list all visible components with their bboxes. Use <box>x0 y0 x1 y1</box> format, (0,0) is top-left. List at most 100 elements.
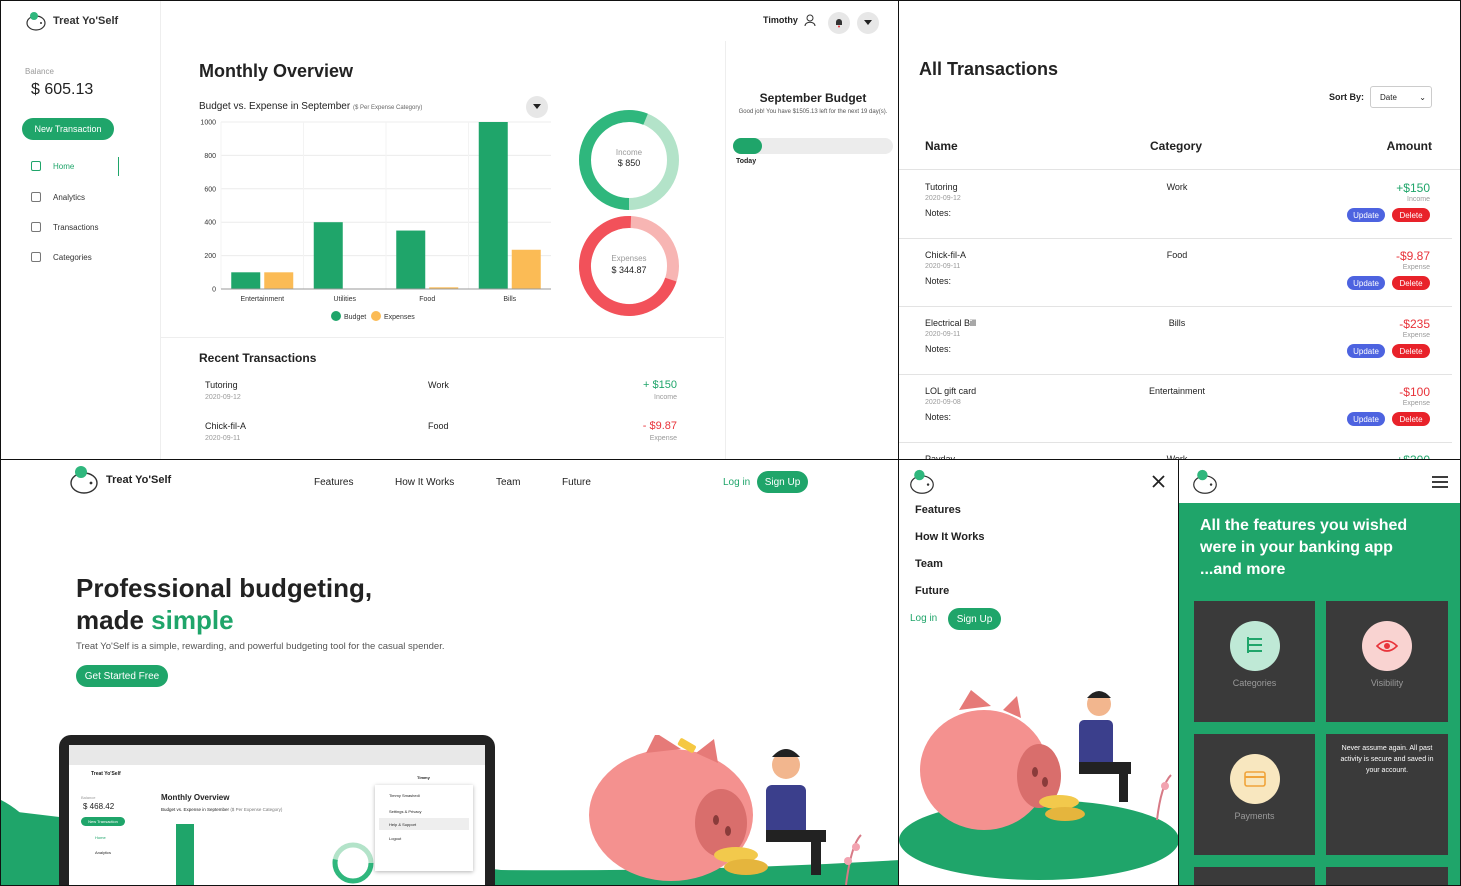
feature-card-visibility[interactable]: Visibility <box>1326 601 1448 722</box>
sidebar-item-analytics[interactable]: Analytics <box>31 192 85 202</box>
col-name[interactable]: Name <box>925 139 958 153</box>
laptop-nav-home: Home <box>95 835 106 840</box>
transaction-row[interactable]: Electrical Bill 2020-09-11 Notes: Bills -$23… <box>899 307 1452 375</box>
laptop-balance-label: Balance <box>81 795 96 800</box>
mobile-signup-button[interactable]: Sign Up <box>948 608 1001 630</box>
nav-team[interactable]: Team <box>496 477 520 488</box>
tx-category: Bills <box>1168 318 1186 328</box>
brand-logo[interactable]: Treat Yo'Self <box>25 11 118 31</box>
browser-bar <box>69 745 485 765</box>
get-started-button[interactable]: Get Started Free <box>76 665 168 687</box>
sidebar-item-label: Categories <box>53 252 92 262</box>
mobile-nav-features[interactable]: Features <box>915 504 961 516</box>
notification-button[interactable] <box>828 12 850 34</box>
user-menu[interactable]: Timothy <box>763 14 816 26</box>
mobile-nav-how-it-works[interactable]: How It Works <box>915 531 984 543</box>
delete-button[interactable]: Delete <box>1392 344 1430 358</box>
budget-message: Good job! You have $1505.13 left for the… <box>738 109 888 115</box>
tx-category: Food <box>1166 250 1188 260</box>
piggy-logo-icon[interactable] <box>1191 469 1219 495</box>
laptop-chart-sub: ($ Per Expense Category) <box>230 807 283 812</box>
laptop-balance: $ 468.42 <box>83 802 115 811</box>
recent-date: 2020-09-12 <box>205 394 241 401</box>
recent-row[interactable]: Tutoring 2020-09-12 Work + $150 Income <box>205 379 677 415</box>
sidebar-item-transactions[interactable]: Transactions <box>31 222 99 232</box>
laptop-nav-analytics: Analytics <box>95 850 112 855</box>
eye-icon <box>1362 621 1412 671</box>
landing-logo[interactable]: Treat Yo'Self <box>68 465 171 495</box>
hamburger-menu-icon[interactable] <box>1432 476 1448 488</box>
feature-card-payments[interactable]: Payments <box>1194 734 1315 855</box>
tx-date: 2020-09-08 <box>925 399 961 406</box>
sort-value: Date <box>1380 92 1397 102</box>
delete-button[interactable]: Delete <box>1392 276 1430 290</box>
nav-how-it-works[interactable]: How It Works <box>395 477 454 488</box>
transaction-row[interactable]: LOL gift card 2020-09-08 Notes: Entertainme… <box>899 375 1452 443</box>
user-icon <box>804 14 816 26</box>
sidebar-item-home[interactable]: Home <box>31 161 74 171</box>
recent-row[interactable]: Chick-fil-A 2020-09-11 Food - $9.87 Expe… <box>205 420 677 456</box>
nav-features[interactable]: Features <box>314 477 353 488</box>
update-button[interactable]: Update <box>1347 208 1385 222</box>
tx-notes-label: Notes: <box>925 344 952 354</box>
col-category[interactable]: Category <box>1150 139 1202 153</box>
tx-category: Work <box>1166 182 1188 192</box>
recent-category: Food <box>428 421 449 431</box>
menu-help: Help & Support <box>389 822 417 827</box>
y-tick-label: 1000 <box>200 120 216 127</box>
legend-label: Budget <box>344 314 366 321</box>
tx-category: Entertainment <box>1148 386 1206 396</box>
profile-dropdown-button[interactable] <box>857 12 879 34</box>
chart-title: Budget vs. Expense in September <box>199 101 351 112</box>
piggy-logo-icon[interactable] <box>908 469 936 495</box>
feature-card-categories[interactable]: Categories <box>1194 601 1315 722</box>
update-button[interactable]: Update <box>1347 276 1385 290</box>
budget-title: September Budget <box>759 91 867 105</box>
laptop-title: Monthly Overview <box>161 793 230 802</box>
recent-category: Work <box>428 380 449 390</box>
update-button[interactable]: Update <box>1347 412 1385 426</box>
sidebar-item-label: Home <box>53 161 75 171</box>
features-headline-3: ...and more <box>1200 561 1286 578</box>
col-amount[interactable]: Amount <box>1387 139 1432 153</box>
mobile-nav-team[interactable]: Team <box>915 558 943 570</box>
budget-today-label: Today <box>736 158 757 165</box>
sidebar-item-label: Analytics <box>53 192 86 202</box>
bar-budget-bills <box>478 122 508 289</box>
active-indicator <box>118 157 119 176</box>
nav-future[interactable]: Future <box>562 477 591 488</box>
income-value: $ 850 <box>617 158 641 168</box>
laptop-chart-title: Budget vs. Expense in September <box>161 807 230 812</box>
sort-label: Sort By: <box>1329 92 1365 102</box>
y-tick-label: 400 <box>204 220 216 227</box>
update-button[interactable]: Update <box>1347 344 1385 358</box>
mobile-login-link[interactable]: Log in <box>910 613 937 624</box>
close-icon[interactable] <box>1152 475 1165 488</box>
feature-label: Payments <box>1234 811 1275 821</box>
mobile-nav-future[interactable]: Future <box>915 585 949 597</box>
x-tick-label: Utilities <box>333 296 356 303</box>
piggy-logo-icon <box>70 466 98 494</box>
feature-card-more-2 <box>1326 867 1448 885</box>
signup-button[interactable]: Sign Up <box>757 471 808 493</box>
piggy-logo-icon <box>26 12 46 31</box>
mobile-menu-panel: Features How It Works Team Future Log in… <box>898 459 1180 886</box>
new-transaction-button[interactable]: New Transaction <box>22 118 114 140</box>
transaction-row[interactable]: Chick-fil-A 2020-09-11 Notes: Food -$9.87 Exp… <box>899 239 1452 307</box>
hero-tagline: Treat Yo'Self is a simple, rewarding, an… <box>76 641 445 652</box>
delete-button[interactable]: Delete <box>1392 208 1430 222</box>
transaction-row[interactable]: PaydayNotes:Work+$300UpdateDelete <box>899 443 1452 459</box>
tx-type: Expense <box>1402 332 1430 339</box>
y-tick-label: 200 <box>204 253 216 260</box>
tx-amount: -$100 <box>1399 385 1430 399</box>
transaction-row[interactable]: Tutoring 2020-09-12 Notes: Work +$150 Income U… <box>899 171 1452 239</box>
piggy-bank-illustration <box>589 735 862 885</box>
header-divider <box>899 169 1460 170</box>
sort-select[interactable]: Date ⌄ <box>1370 86 1432 108</box>
tx-name: Tutoring <box>925 182 958 192</box>
delete-button[interactable]: Delete <box>1392 412 1430 426</box>
login-link[interactable]: Log in <box>723 477 750 488</box>
sidebar-item-categories[interactable]: Categories <box>31 252 92 262</box>
landing-panel: Treat Yo'Self Features How It Works Team… <box>0 459 899 886</box>
bell-icon <box>836 19 842 28</box>
